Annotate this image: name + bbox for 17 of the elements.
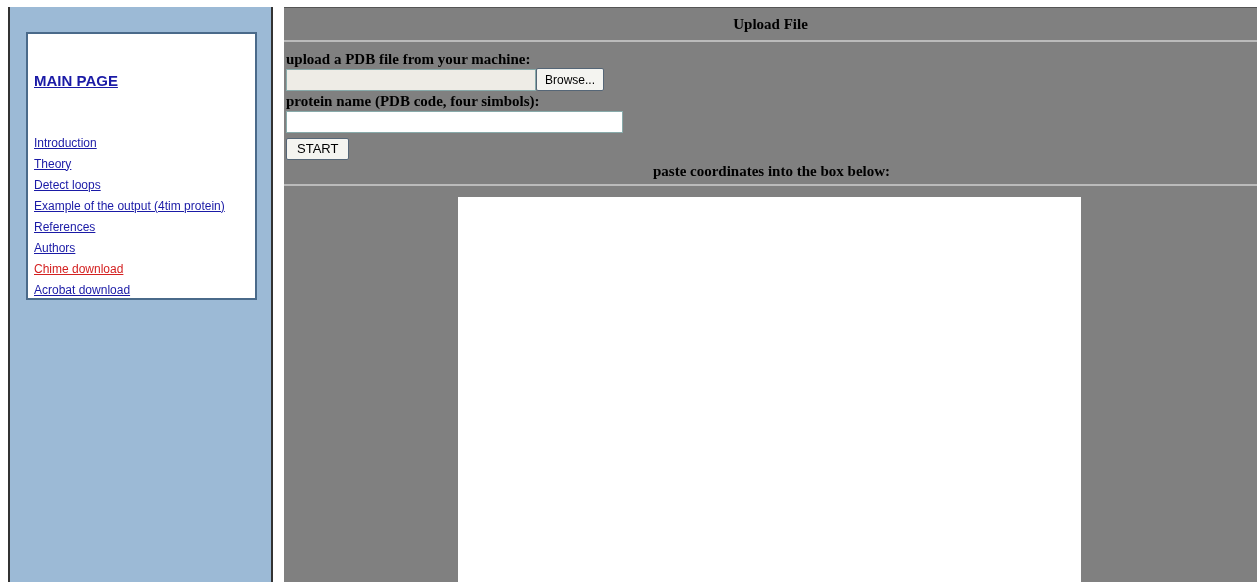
file-field[interactable]: [286, 68, 536, 91]
nav-link[interactable]: Example of the output (4tim protein): [34, 195, 255, 217]
nav-link[interactable]: Introduction: [34, 132, 255, 154]
upload-label: upload a PDB file from your machine:: [286, 50, 532, 68]
nav-link[interactable]: Chime download: [34, 258, 255, 280]
nav-link[interactable]: Detect loops: [34, 174, 255, 196]
page-title: Upload File: [733, 14, 808, 34]
main-page-link[interactable]: MAIN PAGE: [34, 70, 255, 93]
nav-link[interactable]: Authors: [34, 237, 255, 259]
nav-link[interactable]: Theory: [34, 153, 255, 175]
start-button[interactable]: START: [286, 137, 350, 160]
protein-name-label: protein name (PDB code, four simbols):: [286, 92, 541, 111]
nav-link[interactable]: Acrobat download: [34, 279, 255, 301]
paste-label: paste coordinates into the box below:: [652, 162, 891, 181]
browse-button[interactable]: Browse...: [536, 68, 604, 91]
nav-link[interactable]: References: [34, 216, 255, 238]
protein-name-field[interactable]: [286, 111, 623, 133]
